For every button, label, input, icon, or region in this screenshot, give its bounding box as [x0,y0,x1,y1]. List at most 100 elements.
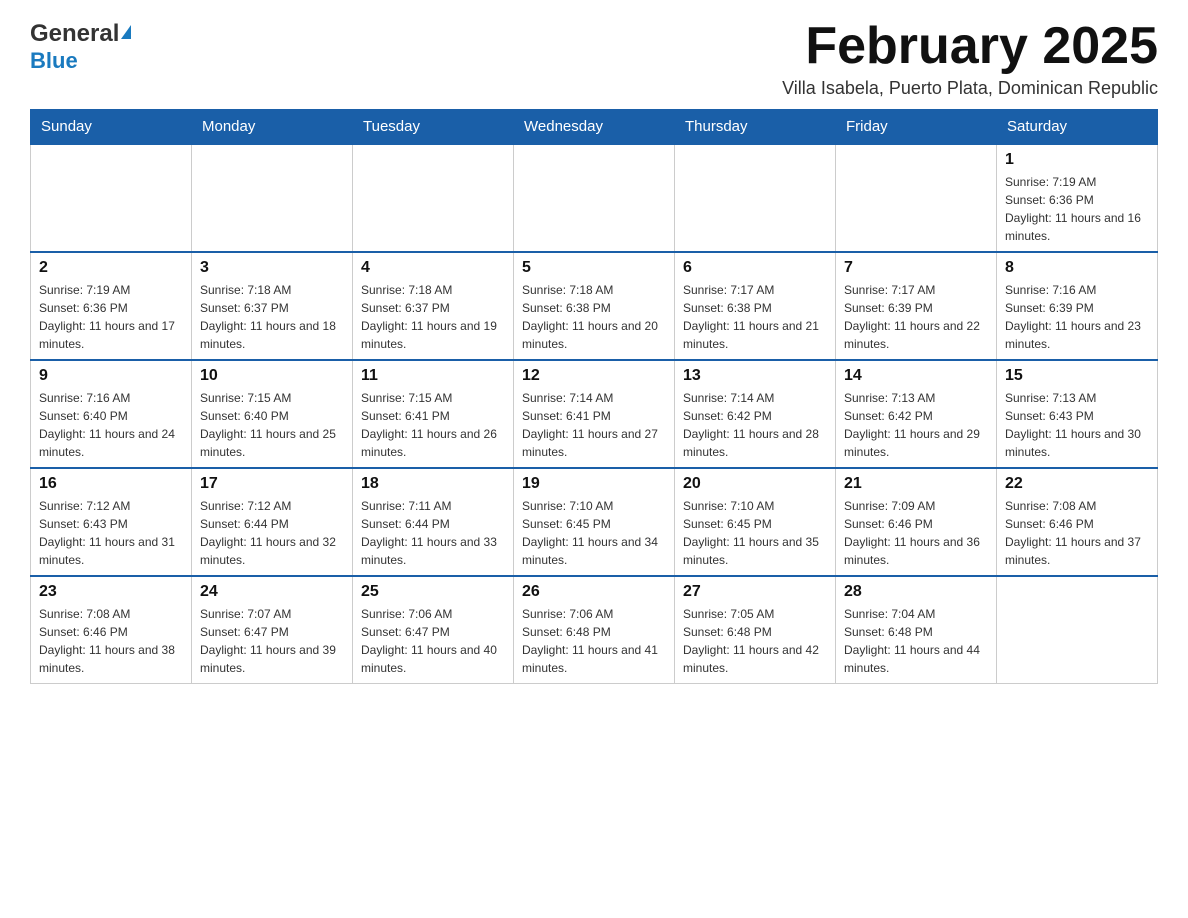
day-info: Sunrise: 7:04 AMSunset: 6:48 PMDaylight:… [844,605,988,677]
day-info: Sunrise: 7:18 AMSunset: 6:38 PMDaylight:… [522,281,666,353]
day-info: Sunrise: 7:05 AMSunset: 6:48 PMDaylight:… [683,605,827,677]
table-row: 1 Sunrise: 7:19 AMSunset: 6:36 PMDaylight… [997,144,1158,252]
table-row [836,144,997,252]
table-row [675,144,836,252]
day-number: 22 [1005,475,1149,493]
day-info: Sunrise: 7:18 AMSunset: 6:37 PMDaylight:… [361,281,505,353]
month-title: February 2025 [782,20,1158,72]
table-row: 12Sunrise: 7:14 AMSunset: 6:41 PMDayligh… [514,360,675,468]
day-number: 6 [683,259,827,277]
calendar-week-row: 9 Sunrise: 7:16 AMSunset: 6:40 PMDaylight… [31,360,1158,468]
logo-triangle-icon [121,25,131,39]
day-number: 2 [39,259,183,277]
day-info: Sunrise: 7:09 AMSunset: 6:46 PMDaylight:… [844,497,988,569]
col-friday: Friday [836,110,997,145]
day-number: 23 [39,583,183,601]
day-number: 10 [200,367,344,385]
day-number: 1 [1005,151,1149,169]
page-header: General Blue February 2025 Villa Isabela… [30,20,1158,99]
day-number: 20 [683,475,827,493]
day-info: Sunrise: 7:16 AMSunset: 6:39 PMDaylight:… [1005,281,1149,353]
table-row: 15 Sunrise: 7:13 AMSunset: 6:43 PMDayligh… [997,360,1158,468]
day-number: 14 [844,367,988,385]
calendar-week-row: 16 Sunrise: 7:12 AMSunset: 6:43 PMDayligh… [31,468,1158,576]
day-info: Sunrise: 7:18 AMSunset: 6:37 PMDaylight:… [200,281,344,353]
logo: General Blue [30,20,131,74]
day-info: Sunrise: 7:17 AMSunset: 6:39 PMDaylight:… [844,281,988,353]
table-row: 2 Sunrise: 7:19 AMSunset: 6:36 PMDaylight… [31,252,192,360]
table-row: 4 Sunrise: 7:18 AMSunset: 6:37 PMDaylight… [353,252,514,360]
day-number: 27 [683,583,827,601]
table-row [192,144,353,252]
day-number: 16 [39,475,183,493]
table-row: 8 Sunrise: 7:16 AMSunset: 6:39 PMDaylight… [997,252,1158,360]
table-row: 18 Sunrise: 7:11 AMSunset: 6:44 PMDayligh… [353,468,514,576]
col-thursday: Thursday [675,110,836,145]
day-info: Sunrise: 7:11 AMSunset: 6:44 PMDaylight:… [361,497,505,569]
table-row: 24 Sunrise: 7:07 AMSunset: 6:47 PMDayligh… [192,576,353,684]
day-info: Sunrise: 7:10 AMSunset: 6:45 PMDaylight:… [683,497,827,569]
table-row: 7 Sunrise: 7:17 AMSunset: 6:39 PMDaylight… [836,252,997,360]
table-row: 26 Sunrise: 7:06 AMSunset: 6:48 PMDayligh… [514,576,675,684]
calendar-week-row: 1 Sunrise: 7:19 AMSunset: 6:36 PMDaylight… [31,144,1158,252]
table-row: 11 Sunrise: 7:15 AMSunset: 6:41 PMDayligh… [353,360,514,468]
day-info: Sunrise: 7:06 AMSunset: 6:48 PMDaylight:… [522,605,666,677]
day-info: Sunrise: 7:12 AMSunset: 6:43 PMDaylight:… [39,497,183,569]
table-row [997,576,1158,684]
day-info: Sunrise: 7:16 AMSunset: 6:40 PMDaylight:… [39,389,183,461]
col-wednesday: Wednesday [514,110,675,145]
table-row: 21 Sunrise: 7:09 AMSunset: 6:46 PMDayligh… [836,468,997,576]
location-subtitle: Villa Isabela, Puerto Plata, Dominican R… [782,78,1158,99]
day-info: Sunrise: 7:08 AMSunset: 6:46 PMDaylight:… [39,605,183,677]
calendar-week-row: 2 Sunrise: 7:19 AMSunset: 6:36 PMDaylight… [31,252,1158,360]
logo-blue-text: Blue [30,48,78,74]
day-info: Sunrise: 7:19 AMSunset: 6:36 PMDaylight:… [39,281,183,353]
table-row: 14Sunrise: 7:13 AMSunset: 6:42 PMDayligh… [836,360,997,468]
col-saturday: Saturday [997,110,1158,145]
calendar-table: Sunday Monday Tuesday Wednesday Thursday… [30,109,1158,684]
day-number: 11 [361,367,505,385]
day-number: 26 [522,583,666,601]
day-number: 4 [361,259,505,277]
col-monday: Monday [192,110,353,145]
table-row: 19Sunrise: 7:10 AMSunset: 6:45 PMDayligh… [514,468,675,576]
day-number: 17 [200,475,344,493]
day-info: Sunrise: 7:13 AMSunset: 6:43 PMDaylight:… [1005,389,1149,461]
day-number: 19 [522,475,666,493]
table-row: 20 Sunrise: 7:10 AMSunset: 6:45 PMDayligh… [675,468,836,576]
day-number: 28 [844,583,988,601]
table-row: 27 Sunrise: 7:05 AMSunset: 6:48 PMDayligh… [675,576,836,684]
day-number: 21 [844,475,988,493]
day-info: Sunrise: 7:06 AMSunset: 6:47 PMDaylight:… [361,605,505,677]
day-number: 9 [39,367,183,385]
day-number: 8 [1005,259,1149,277]
col-tuesday: Tuesday [353,110,514,145]
calendar-week-row: 23 Sunrise: 7:08 AMSunset: 6:46 PMDayligh… [31,576,1158,684]
table-row [31,144,192,252]
day-info: Sunrise: 7:07 AMSunset: 6:47 PMDaylight:… [200,605,344,677]
table-row: 28 Sunrise: 7:04 AMSunset: 6:48 PMDayligh… [836,576,997,684]
day-number: 5 [522,259,666,277]
day-number: 25 [361,583,505,601]
table-row: 16 Sunrise: 7:12 AMSunset: 6:43 PMDayligh… [31,468,192,576]
day-info: Sunrise: 7:12 AMSunset: 6:44 PMDaylight:… [200,497,344,569]
table-row: 17 Sunrise: 7:12 AMSunset: 6:44 PMDayligh… [192,468,353,576]
day-number: 7 [844,259,988,277]
table-row: 5 Sunrise: 7:18 AMSunset: 6:38 PMDaylight… [514,252,675,360]
day-info: Sunrise: 7:08 AMSunset: 6:46 PMDaylight:… [1005,497,1149,569]
day-info: Sunrise: 7:15 AMSunset: 6:40 PMDaylight:… [200,389,344,461]
logo-text: General [30,20,131,48]
day-info: Sunrise: 7:14 AMSunset: 6:41 PMDaylight:… [522,389,666,461]
day-number: 24 [200,583,344,601]
day-number: 18 [361,475,505,493]
day-info: Sunrise: 7:15 AMSunset: 6:41 PMDaylight:… [361,389,505,461]
table-row: 23 Sunrise: 7:08 AMSunset: 6:46 PMDayligh… [31,576,192,684]
day-info: Sunrise: 7:19 AMSunset: 6:36 PMDaylight:… [1005,173,1149,245]
table-row: 10 Sunrise: 7:15 AMSunset: 6:40 PMDayligh… [192,360,353,468]
table-row: 22 Sunrise: 7:08 AMSunset: 6:46 PMDayligh… [997,468,1158,576]
table-row: 9 Sunrise: 7:16 AMSunset: 6:40 PMDaylight… [31,360,192,468]
day-info: Sunrise: 7:14 AMSunset: 6:42 PMDaylight:… [683,389,827,461]
day-number: 15 [1005,367,1149,385]
table-row: 3Sunrise: 7:18 AMSunset: 6:37 PMDaylight… [192,252,353,360]
table-row: 25 Sunrise: 7:06 AMSunset: 6:47 PMDayligh… [353,576,514,684]
